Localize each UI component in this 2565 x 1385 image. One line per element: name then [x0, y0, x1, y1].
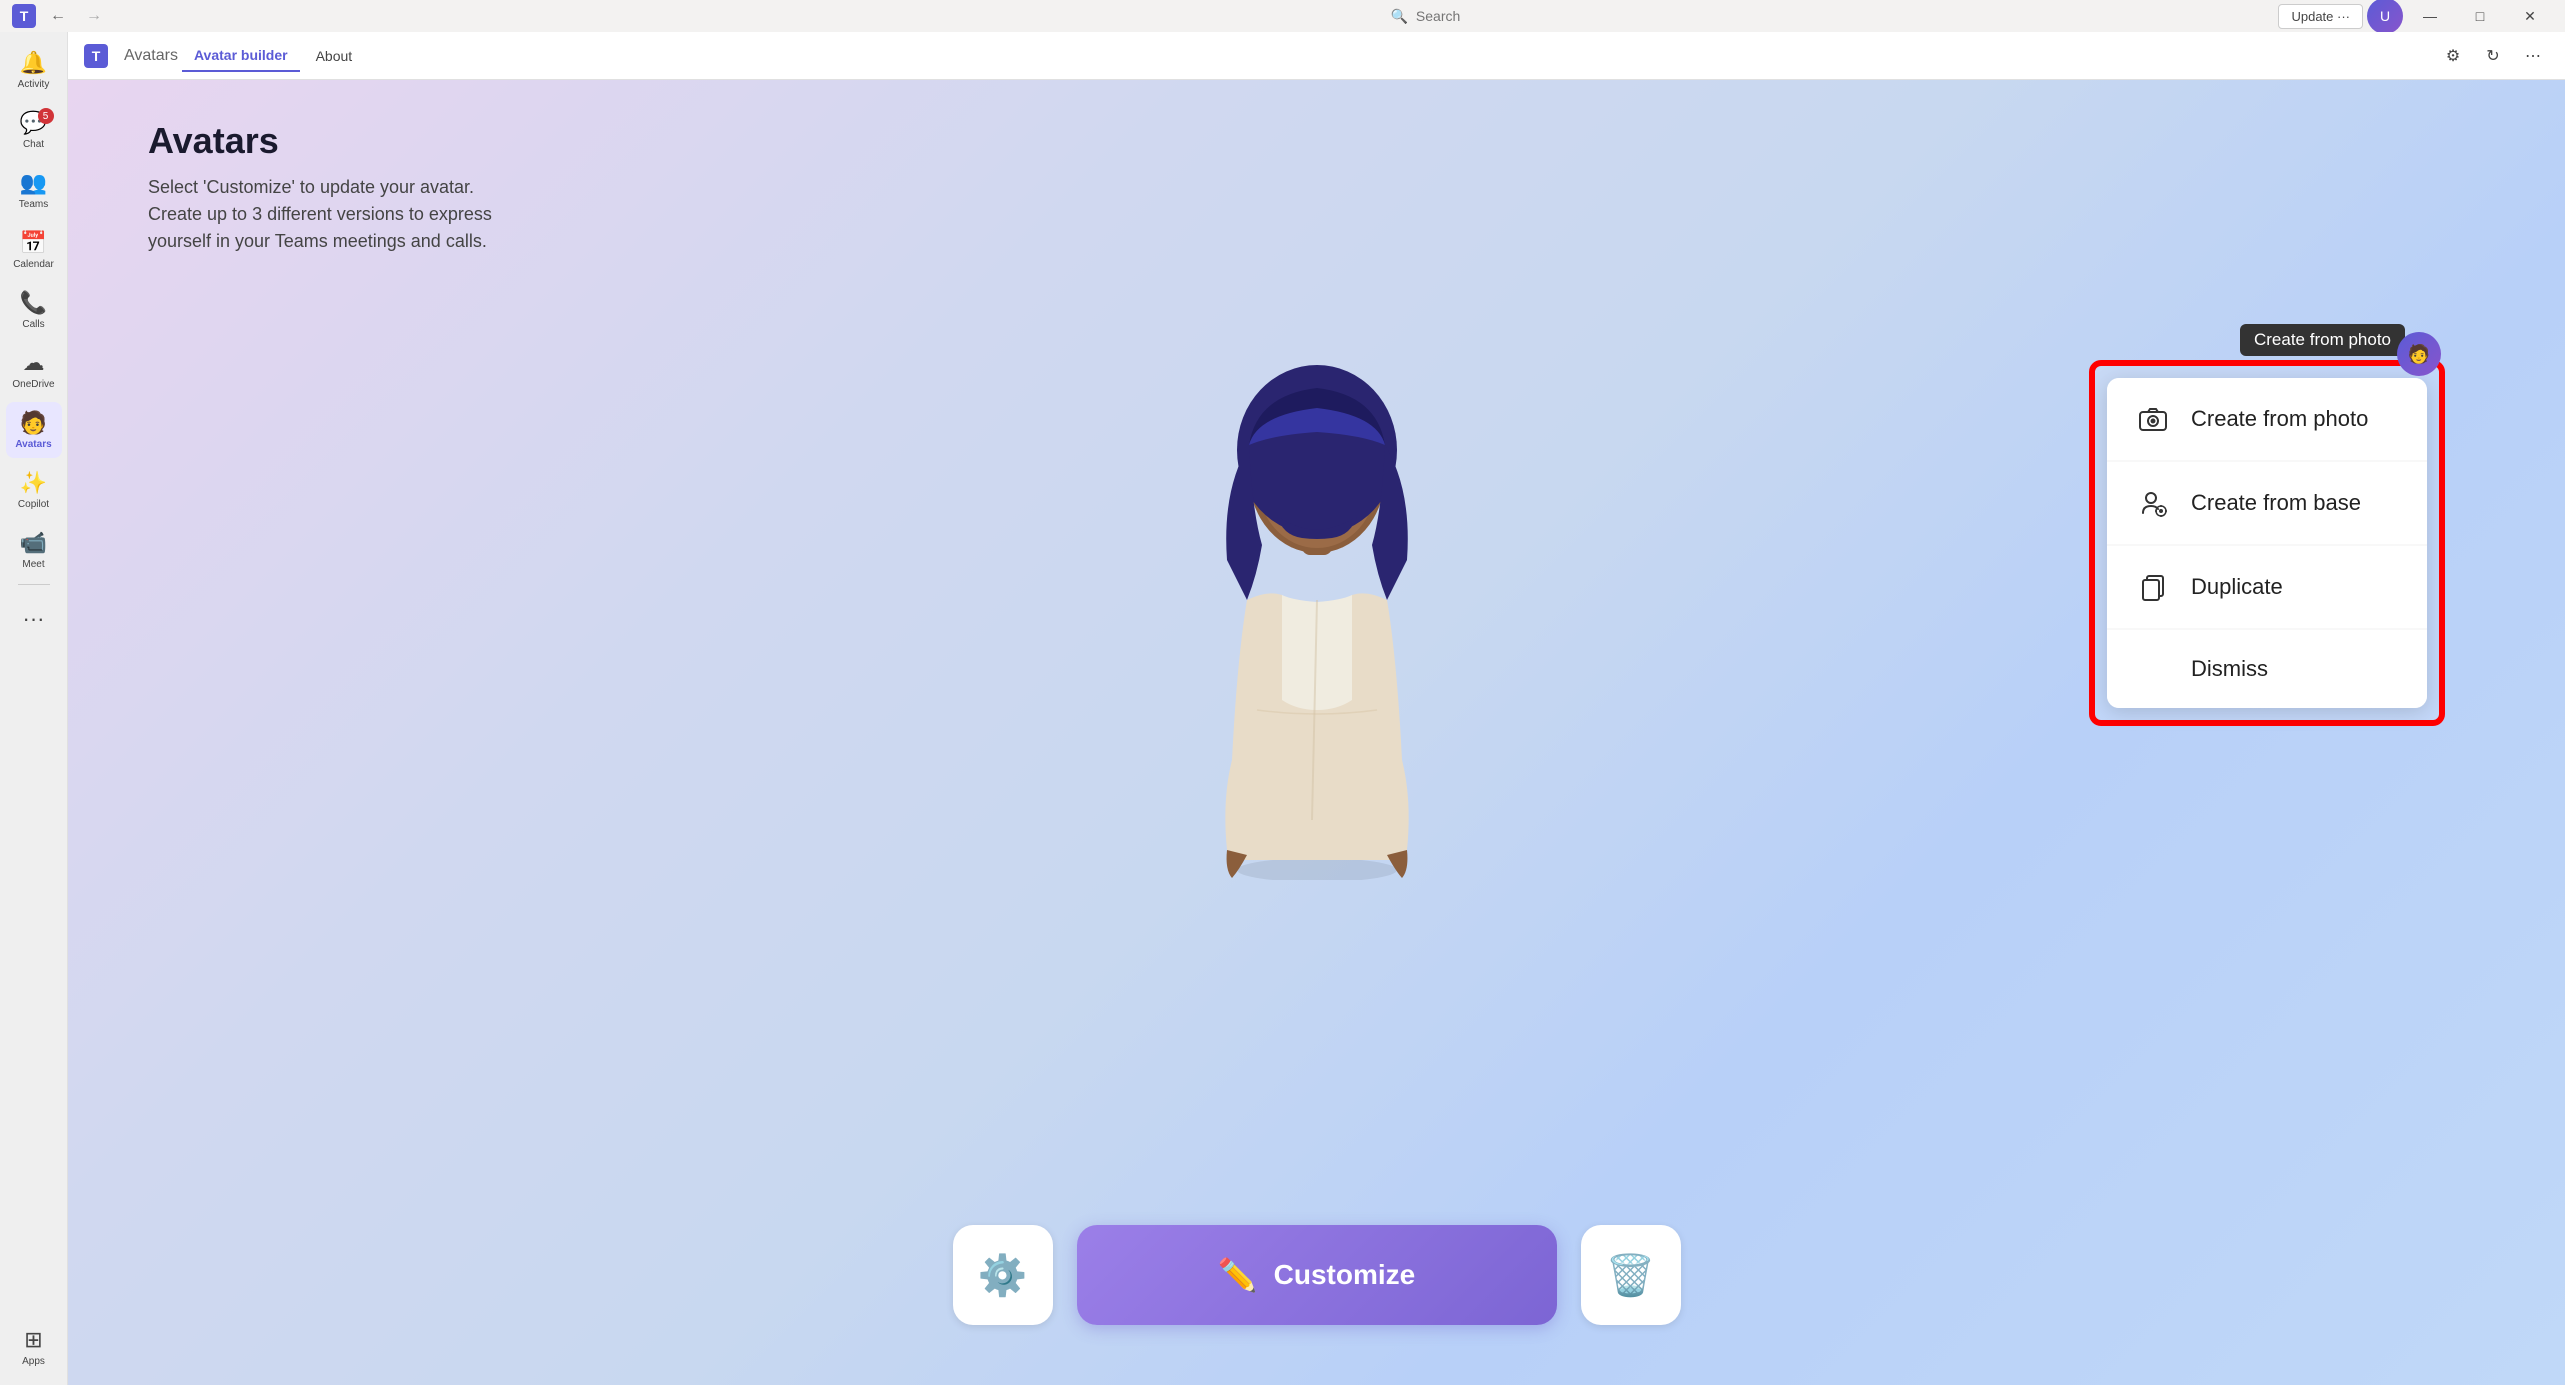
- maximize-button[interactable]: □: [2457, 0, 2503, 32]
- customize-label: Customize: [1274, 1259, 1416, 1291]
- context-menu-tooltip: Create from photo: [2240, 324, 2405, 356]
- sidebar-item-activity[interactable]: 🔔 Activity: [6, 42, 62, 98]
- camera-icon: [2135, 404, 2171, 434]
- update-button[interactable]: Update ···: [2278, 4, 2363, 29]
- onedrive-icon: ☁: [23, 350, 45, 376]
- app-container: 🔔 Activity 💬 Chat 5 👥 Teams 📅 Calendar 📞…: [0, 32, 2565, 1385]
- bottom-controls: ⚙️ ✏️ Customize 🗑️: [953, 1225, 1681, 1325]
- menu-item-create-from-photo[interactable]: Create from photo: [2107, 378, 2427, 460]
- avatars-icon: 🧑: [20, 410, 47, 436]
- red-outline-highlight: Create from photo 🧑: [2089, 360, 2445, 726]
- title-bar-controls: 🔍 Update ··· U — □ ✕: [1374, 0, 2553, 34]
- sidebar-item-more[interactable]: ···: [6, 591, 62, 647]
- avatar-svg: [1167, 280, 1467, 880]
- tab-avatar-builder[interactable]: Avatar builder: [182, 40, 300, 72]
- context-menu: Create from photo: [2107, 378, 2427, 708]
- tab-label: Avatar builder: [194, 47, 288, 63]
- app-header: T Avatars Avatar builder About ⚙ ↻ ⋯: [68, 32, 2565, 80]
- sidebar-item-copilot[interactable]: ✨ Copilot: [6, 462, 62, 518]
- chat-badge: 5: [38, 108, 54, 124]
- context-menu-wrapper: Create from photo 🧑: [2089, 360, 2445, 726]
- sidebar-item-apps[interactable]: ⊞ Apps: [6, 1319, 62, 1375]
- settings-action-btn[interactable]: ⚙: [2437, 40, 2469, 72]
- person-settings-icon: [2135, 488, 2171, 518]
- activity-icon: 🔔: [20, 50, 47, 76]
- delete-icon: 🗑️: [1606, 1252, 1656, 1299]
- minimize-button[interactable]: —: [2407, 0, 2453, 32]
- sidebar-item-onedrive[interactable]: ☁ OneDrive: [6, 342, 62, 398]
- sidebar-item-teams[interactable]: 👥 Teams: [6, 162, 62, 218]
- svg-text:T: T: [20, 8, 29, 24]
- calls-icon: 📞: [20, 290, 47, 316]
- sidebar-item-meet[interactable]: 📹 Meet: [6, 522, 62, 578]
- desc-line3: yourself in your Teams meetings and call…: [148, 228, 668, 255]
- copilot-icon: ✨: [20, 470, 47, 496]
- menu-item-label: Dismiss: [2191, 656, 2268, 682]
- page-title-area: Avatars Select 'Customize' to update you…: [68, 80, 2565, 279]
- menu-item-label: Create from base: [2191, 490, 2361, 516]
- menu-item-duplicate[interactable]: Duplicate: [2107, 546, 2427, 628]
- delete-button[interactable]: 🗑️: [1581, 1225, 1681, 1325]
- sidebar-item-label: OneDrive: [12, 379, 54, 390]
- sidebar-item-label: Avatars: [15, 439, 51, 450]
- title-bar: T ← → 🔍 Update ··· U — □ ✕: [0, 0, 2565, 32]
- menu-item-label: Duplicate: [2191, 574, 2283, 600]
- menu-item-create-from-base[interactable]: Create from base: [2107, 462, 2427, 544]
- search-icon: 🔍: [1390, 8, 1407, 25]
- main-content: T Avatars Avatar builder About ⚙ ↻ ⋯: [68, 32, 2565, 1385]
- customize-icon: ✏️: [1218, 1256, 1258, 1294]
- global-search[interactable]: 🔍: [1374, 4, 1674, 29]
- sidebar-item-avatars[interactable]: 🧑 Avatars: [6, 402, 62, 458]
- nav-forward-btn[interactable]: →: [80, 3, 108, 29]
- teams-icon: 👥: [20, 170, 47, 196]
- page-title: Avatars: [148, 120, 2485, 162]
- sidebar-item-label: Calendar: [13, 259, 54, 270]
- app-logo: T: [84, 44, 108, 68]
- tooltip-avatar-icon: 🧑: [2397, 332, 2441, 376]
- page-description: Select 'Customize' to update your avatar…: [148, 174, 668, 255]
- menu-item-label: Create from photo: [2191, 406, 2368, 432]
- sidebar-item-label: Chat: [23, 139, 44, 150]
- settings-icon: ⚙️: [978, 1252, 1028, 1299]
- close-button[interactable]: ✕: [2507, 0, 2553, 32]
- user-avatar[interactable]: U: [2367, 0, 2403, 34]
- customize-button[interactable]: ✏️ Customize: [1077, 1225, 1557, 1325]
- calendar-icon: 📅: [20, 230, 47, 256]
- page-content: Avatars Select 'Customize' to update you…: [68, 80, 2565, 1385]
- more-action-btn[interactable]: ⋯: [2517, 40, 2549, 72]
- update-label: Update ···: [2291, 9, 2350, 24]
- desc-line2: Create up to 3 different versions to exp…: [148, 201, 668, 228]
- header-actions: ⚙ ↻ ⋯: [2437, 40, 2549, 72]
- meet-icon: 📹: [20, 530, 47, 556]
- app-nav: Avatars Avatar builder About: [124, 40, 364, 72]
- sidebar-item-calendar[interactable]: 📅 Calendar: [6, 222, 62, 278]
- nav-back-btn[interactable]: ←: [44, 3, 72, 29]
- apps-icon: ⊞: [24, 1327, 42, 1353]
- more-icon: ···: [23, 606, 45, 632]
- sidebar: 🔔 Activity 💬 Chat 5 👥 Teams 📅 Calendar 📞…: [0, 32, 68, 1385]
- title-bar-left: T ← →: [12, 3, 108, 29]
- breadcrumb-avatars: Avatars: [124, 47, 178, 65]
- page-area: Avatars Select 'Customize' to update you…: [68, 80, 2565, 1385]
- sidebar-item-label: Activity: [18, 79, 50, 90]
- sidebar-item-label: Meet: [22, 559, 44, 570]
- refresh-action-btn[interactable]: ↻: [2477, 40, 2509, 72]
- menu-item-dismiss[interactable]: Dismiss: [2107, 630, 2427, 708]
- tab-label: About: [316, 48, 353, 64]
- sidebar-item-label: Apps: [22, 1356, 45, 1367]
- sidebar-item-label: Copilot: [18, 499, 49, 510]
- sidebar-item-label: Teams: [19, 199, 48, 210]
- duplicate-icon: [2135, 572, 2171, 602]
- search-input[interactable]: [1416, 8, 1659, 24]
- tab-about[interactable]: About: [304, 40, 365, 72]
- desc-line1: Select 'Customize' to update your avatar…: [148, 174, 668, 201]
- sidebar-separator: [18, 584, 50, 585]
- teams-app-icon: T: [12, 4, 36, 28]
- sidebar-item-chat[interactable]: 💬 Chat 5: [6, 102, 62, 158]
- sidebar-item-calls[interactable]: 📞 Calls: [6, 282, 62, 338]
- settings-button[interactable]: ⚙️: [953, 1225, 1053, 1325]
- sidebar-item-label: Calls: [22, 319, 44, 330]
